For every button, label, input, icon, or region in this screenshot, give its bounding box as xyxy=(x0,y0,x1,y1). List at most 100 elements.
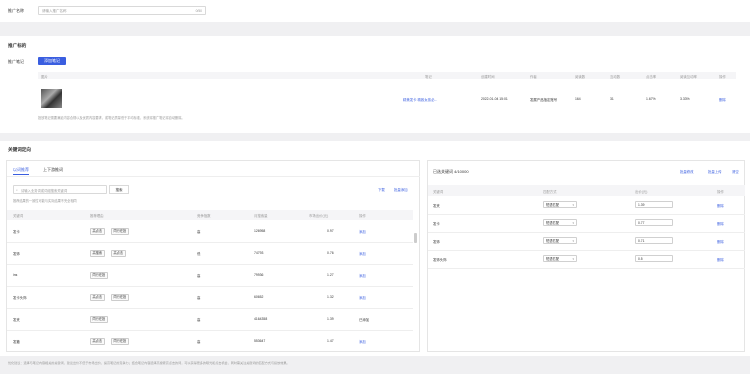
row-keyword: 发卡 xyxy=(13,230,20,234)
keyword-panel: 关键词定向 以词推荐 上下游推词 ⌕ 请输入业务词或词组搜索关键词 搜索 下载 … xyxy=(0,141,750,356)
bid-input[interactable]: 0.77 xyxy=(635,219,673,226)
col-ctr: 点击率 xyxy=(646,74,657,79)
batch-add-link[interactable]: 批量添加 xyxy=(394,187,408,192)
kw-col-competition: 竞争指数 xyxy=(197,214,211,218)
row-competition: 高 xyxy=(197,230,201,234)
row-competition: 低 xyxy=(197,252,201,256)
note-delete-link[interactable]: 删除 xyxy=(719,97,726,102)
recommend-table-header: 关键词 推荐理由 竞争指数 月搜索量 市场出价(元) 操作 xyxy=(7,210,413,220)
col-image: 图片 xyxy=(41,74,48,79)
reason-tag: 同行在投 xyxy=(111,338,129,345)
col-note: 笔记 xyxy=(425,74,432,79)
add-keyword-link[interactable]: 添加 xyxy=(359,273,366,278)
table-row: 发卡 高点击 同行在投 高 126958 0.97 添加 xyxy=(7,220,413,242)
row-bid: 1.27 xyxy=(327,273,334,277)
kw-col-volume: 月搜索量 xyxy=(254,214,268,218)
sel-col-bid: 出价(元) xyxy=(635,189,648,194)
tab-word-recommend[interactable]: 以词推荐 xyxy=(13,167,29,173)
row-bid: 1.47 xyxy=(327,339,334,343)
match-type-select[interactable]: 短语匹配 ▾ xyxy=(543,219,577,226)
keyword-search-input[interactable]: ⌕ 请输入业务词或词组搜索关键词 xyxy=(13,185,107,194)
match-type-select[interactable]: 短语匹配 ▾ xyxy=(543,201,577,208)
row-keyword: ins xyxy=(13,273,18,277)
selected-row: 发饰 短语匹配 ▾ 0.71 删除 xyxy=(428,232,745,250)
row-bid: 0.76 xyxy=(327,251,334,255)
sel-keyword: 发卡 xyxy=(433,222,440,226)
note-author: 发展产品指定账号 xyxy=(530,98,558,102)
bid-value: 0.77 xyxy=(638,221,645,225)
name-input[interactable]: 请输入推广名称 0/50 xyxy=(38,6,206,15)
kw-col-reason: 推荐理由 xyxy=(90,214,104,218)
add-keyword-link[interactable]: 添加 xyxy=(359,295,366,300)
batch-edit-link[interactable]: 批量修改 xyxy=(680,169,694,174)
delete-keyword-link[interactable]: 删除 xyxy=(717,239,724,244)
table-row: 发饰 高搜索 高点击 低 74793 0.76 添加 xyxy=(7,242,413,264)
row-keyword: 发饰 xyxy=(13,252,20,256)
note-created: 2022-01-04 15:01 xyxy=(481,97,508,101)
match-type-select[interactable]: 短语匹配 ▾ xyxy=(543,255,577,262)
recommend-note: 推荐结果的一致性可能与实际结果不完全相同 xyxy=(13,199,77,203)
reason-tag: 同行在投 xyxy=(111,294,129,301)
note-reads: 164 xyxy=(575,97,581,101)
chevron-down-icon: ▾ xyxy=(572,257,574,261)
match-type-value: 短语匹配 xyxy=(546,257,560,261)
col-ir: 阅读互动率 xyxy=(680,74,697,79)
table-row: 发卡头饰 高点击 同行在投 高 60652 1.32 添加 xyxy=(7,286,413,308)
note-ctr: 1.67% xyxy=(646,97,656,101)
download-link[interactable]: 下载 xyxy=(378,187,385,192)
sel-col-match: 匹配方式 xyxy=(543,189,557,194)
chevron-down-icon: ▾ xyxy=(572,221,574,225)
chevron-down-icon: ▾ xyxy=(572,239,574,243)
bid-input[interactable]: 0.71 xyxy=(635,237,673,244)
name-placeholder: 请输入推广名称 xyxy=(42,9,67,13)
batch-upload-link[interactable]: 批量上传 xyxy=(708,169,722,174)
row-divider xyxy=(428,267,745,268)
sel-col-op: 操作 xyxy=(717,189,724,194)
row-competition: 高 xyxy=(197,274,201,278)
reason-tag: 同行在投 xyxy=(90,272,108,279)
bid-input[interactable]: 1.39 xyxy=(635,201,673,208)
tab-updown-recommend[interactable]: 上下游推词 xyxy=(43,167,63,173)
sel-keyword: 发饰 xyxy=(433,240,440,244)
search-button[interactable]: 搜索 xyxy=(109,185,129,194)
bid-value: 0.71 xyxy=(638,239,645,243)
col-action: 操作 xyxy=(719,74,726,79)
name-label: 推广名称 xyxy=(8,8,24,13)
table-scrollbar[interactable] xyxy=(414,233,417,243)
sel-col-keyword: 关键词 xyxy=(433,189,444,194)
add-keyword-link[interactable]: 添加 xyxy=(359,229,366,234)
row-volume: 60652 xyxy=(254,295,264,299)
reason-tag: 高点击 xyxy=(90,294,105,301)
bid-input[interactable]: 0.5 xyxy=(635,255,673,262)
delete-keyword-link[interactable]: 删除 xyxy=(717,257,724,262)
sel-keyword: 发夹 xyxy=(433,204,440,208)
note-thumbnail xyxy=(41,89,62,108)
match-type-value: 短语匹配 xyxy=(546,221,560,225)
delete-keyword-link[interactable]: 删除 xyxy=(717,203,724,208)
row-competition: 高 xyxy=(197,318,201,322)
footer-note: 优化建议：选择与笔记内容相关的关键词，建议出价不低于市场出价，提高笔记的竞争力；… xyxy=(8,361,290,365)
table-row: ins 同行在投 高 79936 1.27 添加 xyxy=(7,264,413,286)
row-bid: 1.32 xyxy=(327,295,334,299)
reason-tag: 同行在投 xyxy=(90,316,108,323)
delete-keyword-link[interactable]: 删除 xyxy=(717,221,724,226)
kw-col-keyword: 关键词 xyxy=(13,214,24,218)
row-volume: 74793 xyxy=(254,251,264,255)
match-type-select[interactable]: 短语匹配 ▾ xyxy=(543,237,577,244)
selected-table-header: 关键词 匹配方式 出价(元) 操作 xyxy=(428,185,745,196)
bid-value: 0.5 xyxy=(638,257,643,261)
bid-value: 1.39 xyxy=(638,203,645,207)
note-title[interactable]: 精美发卡 精致女孩必... xyxy=(403,97,437,102)
match-type-value: 短语匹配 xyxy=(546,239,560,243)
selected-title: 已选关键词 4/10000 xyxy=(433,169,469,174)
add-note-button[interactable]: 添加笔记 xyxy=(38,57,66,65)
selected-row: 发夹 短语匹配 ▾ 1.39 删除 xyxy=(428,196,745,214)
clear-link[interactable]: 清空 xyxy=(732,169,739,174)
row-bid: 1.39 xyxy=(327,317,334,321)
row-volume: 126958 xyxy=(254,229,266,233)
search-icon: ⌕ xyxy=(16,187,18,192)
sel-keyword: 发饰头饰 xyxy=(433,258,447,262)
add-keyword-link[interactable]: 添加 xyxy=(359,251,366,256)
kw-col-bid: 市场出价(元) xyxy=(309,214,329,218)
add-keyword-link[interactable]: 添加 xyxy=(359,339,366,344)
